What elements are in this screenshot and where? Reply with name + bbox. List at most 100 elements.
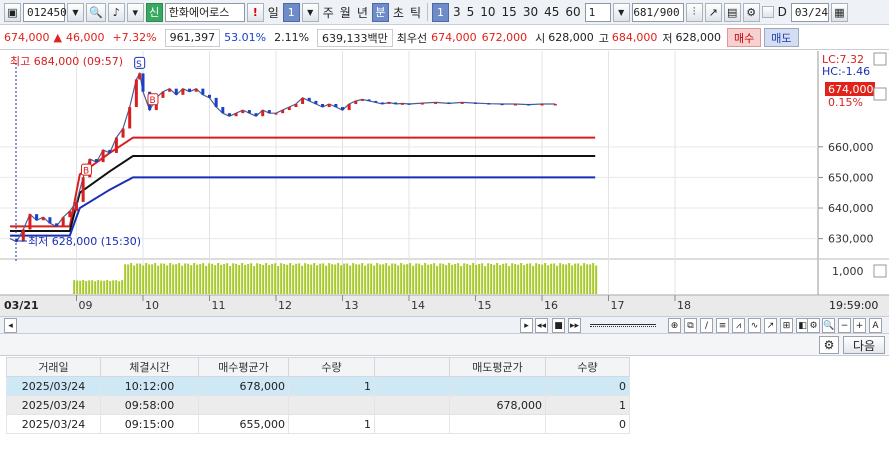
interval-button-30[interactable]: 30: [521, 5, 540, 19]
panel-gear-icon[interactable]: ⚙: [819, 336, 839, 354]
wave-icon[interactable]: ∿: [748, 318, 761, 333]
period-second-button[interactable]: 초: [391, 4, 406, 21]
zoom-in-icon[interactable]: +: [853, 318, 866, 333]
interval-button-1[interactable]: 1: [431, 2, 449, 22]
volume-bar: [454, 264, 457, 294]
volume-bar: [544, 263, 547, 294]
volume-layer: [73, 263, 598, 294]
period-month-button[interactable]: 월: [338, 4, 353, 21]
period-year-button[interactable]: 년: [355, 4, 370, 21]
volume-bar: [286, 264, 289, 294]
table-row[interactable]: 2025/03/24 09:15:00 655,000 1 0: [6, 414, 630, 434]
volume-bar: [511, 263, 514, 294]
volume-bar: [73, 280, 76, 294]
date-input[interactable]: 03/24: [790, 2, 829, 22]
buy-button[interactable]: 매수: [727, 28, 762, 47]
period-day-count[interactable]: 1: [282, 2, 300, 22]
magnify-icon[interactable]: 🔍: [822, 318, 836, 333]
forward-button[interactable]: ▸▸: [568, 318, 581, 333]
volume-axis-label: 1,000: [832, 265, 864, 278]
interval-button-10[interactable]: 10: [478, 5, 497, 19]
scroll-right-down[interactable]: [873, 87, 887, 101]
volume-collapse-button[interactable]: [873, 264, 887, 278]
zoom-out-icon[interactable]: −: [838, 318, 851, 333]
trade-table: 거래일 체결시간 매수평균가 수량 매도평균가 수량 2025/03/24 10…: [6, 357, 630, 434]
warning-button[interactable]: !: [246, 2, 264, 22]
crosshair-icon[interactable]: ⊕: [668, 318, 681, 333]
candle: [241, 110, 245, 114]
candle-settings-icon[interactable]: ⫶: [685, 2, 703, 22]
pattern-icon[interactable]: ⊞: [780, 318, 793, 333]
period-tick-button[interactable]: 틱: [408, 4, 423, 21]
sell-button[interactable]: 매도: [764, 28, 799, 47]
settings-small-icon[interactable]: ⚙: [807, 318, 820, 333]
candle: [394, 102, 398, 104]
table-row[interactable]: 2025/03/24 10:12:00 678,000 1 0: [6, 376, 630, 396]
calendar-icon[interactable]: ▦: [830, 2, 848, 22]
volume-bar: [181, 265, 184, 294]
volume-bar: [433, 263, 436, 294]
candle: [341, 107, 344, 111]
period-minute-button[interactable]: 분: [371, 2, 389, 22]
candle: [367, 99, 371, 101]
zoom-slider[interactable]: [590, 324, 656, 327]
volume-bar: [592, 263, 595, 294]
volume-bar: [394, 263, 397, 294]
text-tool-icon[interactable]: A: [869, 318, 882, 333]
x-tick-label: 10: [145, 299, 159, 312]
date-checkbox[interactable]: [761, 6, 774, 18]
candle: [447, 102, 451, 104]
volume-bar: [157, 265, 160, 294]
volume-bar: [550, 263, 553, 294]
save-icon[interactable]: ▤: [723, 2, 741, 22]
cell-time: 09:15:00: [100, 414, 199, 434]
gear-icon[interactable]: ⚙: [742, 2, 760, 22]
volume-bar: [307, 264, 310, 294]
interval-button-5[interactable]: 5: [465, 5, 477, 19]
period-week-button[interactable]: 주: [321, 4, 336, 21]
interval-button-45[interactable]: 45: [542, 5, 561, 19]
stock-code-dropdown-icon[interactable]: ▼: [67, 2, 84, 22]
layout-icon[interactable]: ▣: [4, 2, 21, 22]
fibonacci-icon[interactable]: ≡: [716, 318, 729, 333]
interval-value-input[interactable]: 1: [584, 2, 611, 22]
copy-icon[interactable]: ⧉: [684, 318, 697, 333]
interval-dropdown-icon[interactable]: ▼: [612, 2, 630, 22]
volume-bar: [526, 263, 529, 294]
menu-arrow-icon[interactable]: ▾: [126, 2, 144, 22]
x-tick-label: 13: [345, 299, 359, 312]
volume-bar: [253, 266, 256, 294]
speaker-icon[interactable]: ♪: [107, 2, 125, 22]
volume-bar: [364, 265, 367, 294]
volume-bar: [541, 264, 544, 294]
interval-button-60[interactable]: 60: [563, 5, 582, 19]
candle: [261, 110, 265, 117]
scroll-right-button[interactable]: ▸: [520, 318, 533, 333]
volume-bar: [388, 265, 391, 294]
period-day-button[interactable]: 일: [266, 4, 281, 21]
rewind-button[interactable]: ◂◂: [535, 318, 548, 333]
line-tool-icon[interactable]: ∕: [700, 318, 713, 333]
arrow-tool-icon[interactable]: ↗: [764, 318, 777, 333]
volume-bar: [76, 280, 79, 294]
volume-bar: [217, 263, 220, 294]
stop-button[interactable]: ■: [552, 318, 565, 333]
next-button[interactable]: 다음: [843, 336, 885, 354]
table-row[interactable]: 2025/03/24 09:58:00 678,000 1: [6, 395, 630, 415]
volume-bar: [529, 263, 532, 294]
indicator-icon[interactable]: ↗: [704, 2, 722, 22]
candle: [334, 103, 338, 108]
volume-bar: [508, 265, 511, 294]
search-icon[interactable]: 🔍: [86, 2, 106, 22]
stock-code-input[interactable]: 012450: [23, 2, 67, 22]
volume-bar: [463, 263, 466, 294]
scroll-left-button[interactable]: ◂: [4, 318, 17, 333]
data-count-field[interactable]: 681/900: [631, 2, 684, 22]
price-chart[interactable]: B S B 09 10 11 12 13 14 15 16 17 18 630,000 640,000 65…: [0, 51, 889, 316]
stock-name-field[interactable]: 한화에어로스: [164, 2, 245, 22]
scroll-right-up[interactable]: [873, 52, 887, 66]
period-dropdown-icon[interactable]: ▼: [301, 2, 319, 22]
trend-icon[interactable]: ⩘: [732, 318, 745, 333]
interval-button-3[interactable]: 3: [451, 5, 463, 19]
interval-button-15[interactable]: 15: [500, 5, 519, 19]
